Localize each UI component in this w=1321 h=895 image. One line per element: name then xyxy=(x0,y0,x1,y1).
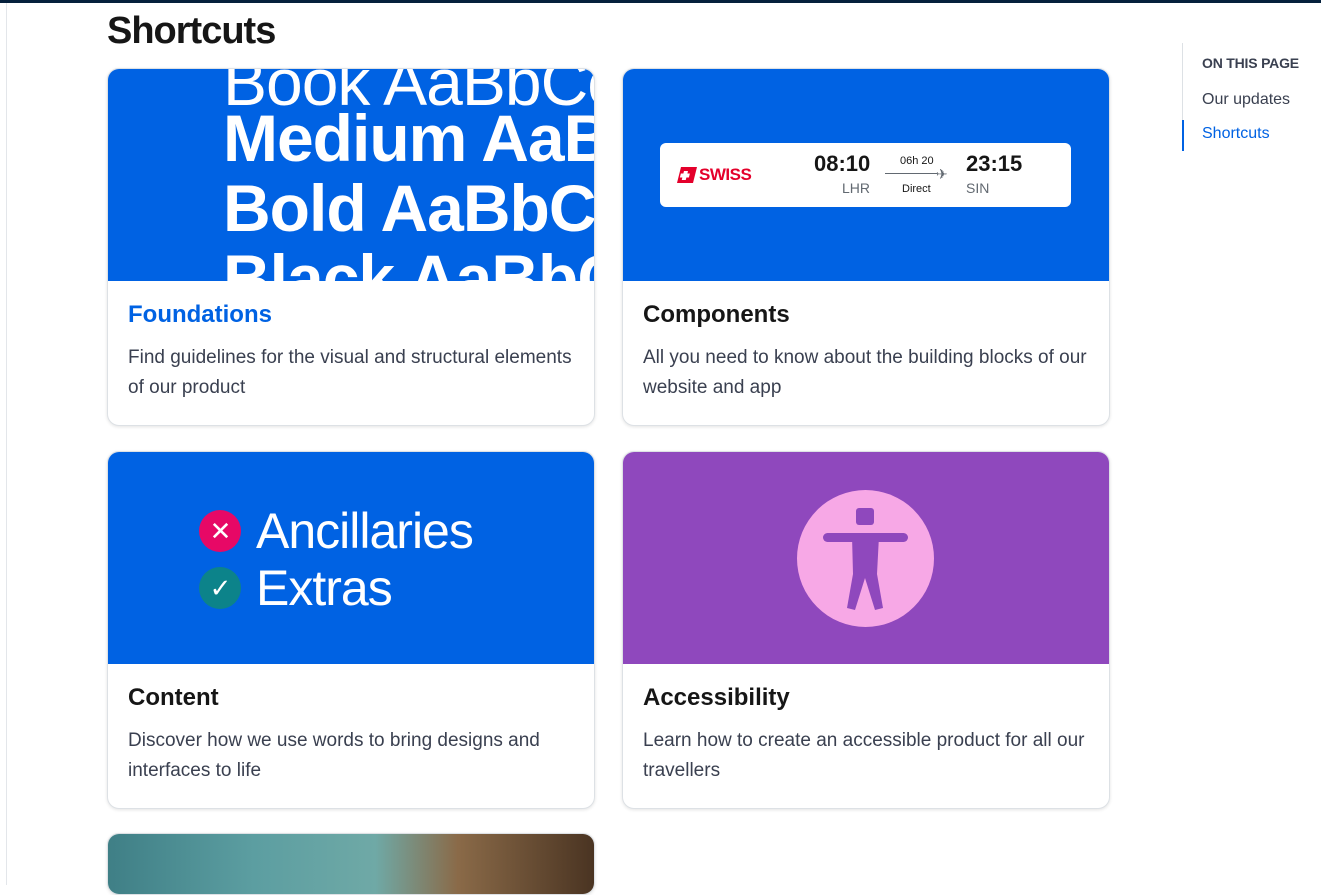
on-this-page-nav: ON THIS PAGE Our updates Shortcuts xyxy=(1182,43,1321,151)
card-foundations[interactable]: Book AaBbCc Medium AaBb Bold AaBbCc Blac… xyxy=(107,68,595,426)
type-sample-black: Black AaBbCc xyxy=(223,241,594,281)
card-title[interactable]: Accessibility xyxy=(643,684,1089,712)
content-line-ancillaries: ✕ Ancillaries xyxy=(199,502,474,560)
card-title[interactable]: Content xyxy=(128,684,574,712)
card-body: Accessibility Learn how to create an acc… xyxy=(623,664,1109,808)
accessibility-media xyxy=(623,452,1109,664)
card-content[interactable]: ✕ Ancillaries ✓ Extras Content Discover … xyxy=(107,451,595,809)
card-body: Components All you need to know about th… xyxy=(623,281,1109,425)
card-description: Discover how we use words to bring desig… xyxy=(128,730,540,781)
depart-code: LHR xyxy=(842,180,871,196)
arrive-time: 23:15 xyxy=(966,151,1023,176)
depart-time: 08:10 xyxy=(814,151,871,176)
card-description: Find guidelines for the visual and struc… xyxy=(128,347,572,398)
foundations-media: Book AaBbCc Medium AaBb Bold AaBbCc Blac… xyxy=(108,69,594,281)
flight-line xyxy=(885,173,937,174)
toc-item-our-updates[interactable]: Our updates xyxy=(1202,91,1290,109)
left-divider xyxy=(6,3,7,885)
flight-result-card: SWISS 08:10 LHR 06h 20 ✈ Direct 23:15 SI… xyxy=(660,143,1071,207)
content-line-text: Ancillaries xyxy=(256,503,474,559)
check-icon: ✓ xyxy=(199,567,241,609)
type-sample-bold: Bold AaBbCc xyxy=(223,171,594,245)
page-title: Shortcuts xyxy=(107,10,276,52)
content-line-extras: ✓ Extras xyxy=(199,559,393,617)
toc-heading: ON THIS PAGE xyxy=(1202,55,1299,71)
content-line-text: Extras xyxy=(256,560,393,616)
aerial-coast-image xyxy=(108,834,594,894)
flight-duration: 06h 20 xyxy=(900,155,934,167)
toc-item-shortcuts[interactable]: Shortcuts xyxy=(1202,125,1270,143)
card-title[interactable]: Components xyxy=(643,301,1089,329)
card-title[interactable]: Foundations xyxy=(128,301,574,329)
card-description: All you need to know about the building … xyxy=(643,347,1087,398)
type-sample-medium: Medium AaBb xyxy=(223,101,594,175)
plane-icon: ✈ xyxy=(936,166,948,182)
card-body: Foundations Find guidelines for the visu… xyxy=(108,281,594,425)
accessibility-icon xyxy=(797,490,934,627)
flight-stops: Direct xyxy=(902,183,931,195)
airline-name: SWISS xyxy=(699,165,752,184)
card-body: Content Discover how we use words to bri… xyxy=(108,664,594,808)
card-partial-image[interactable] xyxy=(107,833,595,895)
arrive-code: SIN xyxy=(966,180,990,196)
cross-icon: ✕ xyxy=(199,510,241,552)
card-description: Learn how to create an accessible produc… xyxy=(643,730,1085,781)
airline-logo: SWISS xyxy=(677,165,752,185)
toc-active-marker xyxy=(1182,120,1184,151)
swiss-flag-icon xyxy=(677,167,697,183)
components-media: SWISS 08:10 LHR 06h 20 ✈ Direct 23:15 SI… xyxy=(623,69,1109,281)
card-components[interactable]: SWISS 08:10 LHR 06h 20 ✈ Direct 23:15 SI… xyxy=(622,68,1110,426)
card-accessibility[interactable]: Accessibility Learn how to create an acc… xyxy=(622,451,1110,809)
content-media: ✕ Ancillaries ✓ Extras xyxy=(108,452,594,664)
top-header-bar xyxy=(0,0,1321,3)
